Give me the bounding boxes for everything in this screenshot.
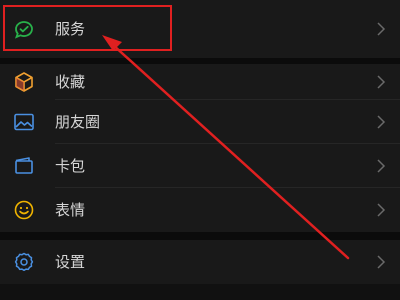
menu-item-label: 朋友圈 [55,113,101,131]
menu-item-label: 收藏 [55,73,86,91]
chevron-right-icon [376,75,386,89]
menu-item-label: 表情 [55,201,86,219]
settings-gear-icon [12,250,36,274]
chevron-right-icon [376,115,386,129]
section-gap [0,232,400,240]
menu-item-label: 服务 [55,20,86,38]
menu-item-label: 卡包 [55,157,86,175]
service-check-icon [12,17,36,41]
menu-item-favorites[interactable]: 收藏 [0,64,400,100]
moments-image-icon [12,110,36,134]
chevron-right-icon [376,203,386,217]
favorites-cube-icon [12,70,36,94]
menu-item-moments[interactable]: 朋友圈 [0,100,400,144]
chevron-right-icon [376,159,386,173]
menu-item-stickers[interactable]: 表情 [0,188,400,232]
emoji-smile-icon [12,198,36,222]
menu-item-service[interactable]: 服务 [0,0,400,58]
chevron-right-icon [376,255,386,269]
menu-item-card-wallet[interactable]: 卡包 [0,144,400,188]
card-wallet-icon [12,154,36,178]
chevron-right-icon [376,22,386,36]
menu-item-settings[interactable]: 设置 [0,240,400,284]
menu-item-label: 设置 [55,253,86,271]
